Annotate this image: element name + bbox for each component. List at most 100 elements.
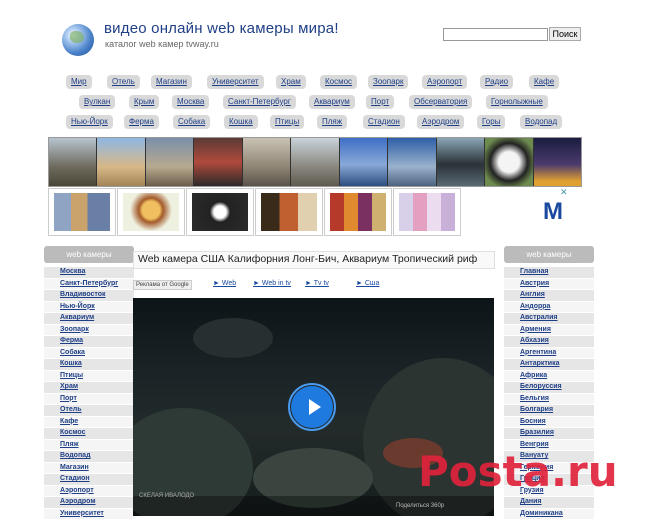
- ad-strip[interactable]: ✕ M: [48, 188, 580, 236]
- tag-link[interactable]: Кафе: [529, 75, 559, 89]
- tag-link[interactable]: Порт: [366, 95, 394, 109]
- ad-thumbnail[interactable]: [324, 188, 392, 236]
- webcam-banner[interactable]: [48, 137, 582, 187]
- sidebar-item[interactable]: Аквариум: [44, 313, 134, 325]
- ad-thumbnail[interactable]: [48, 188, 116, 236]
- sidebar-item[interactable]: Стадион: [44, 474, 134, 486]
- globe-land-shape: [70, 31, 84, 43]
- tag-link[interactable]: Пляж: [317, 115, 347, 129]
- sidebar-item[interactable]: Птицы: [44, 371, 134, 383]
- tag-link[interactable]: Аэропорт: [422, 75, 467, 89]
- tag-link[interactable]: Санкт-Петербург: [223, 95, 296, 109]
- sidebar-item[interactable]: Англия: [504, 290, 594, 302]
- sidebar-item[interactable]: Босния: [504, 417, 594, 429]
- tag-link[interactable]: Ферма: [124, 115, 159, 129]
- sidebar-item[interactable]: Австралия: [504, 313, 594, 325]
- tag-link[interactable]: Птицы: [270, 115, 304, 129]
- tag-link[interactable]: Космос: [320, 75, 357, 89]
- sidebar-item[interactable]: Бразилия: [504, 428, 594, 440]
- tag-link[interactable]: Магазин: [151, 75, 192, 89]
- tag-link[interactable]: Аквариум: [309, 95, 355, 109]
- sidebar-item[interactable]: Антарктика: [504, 359, 594, 371]
- sidebar-item[interactable]: Магазин: [44, 463, 134, 475]
- ads-by-google-badge[interactable]: Реклама от Google: [133, 280, 192, 290]
- tag-link[interactable]: Крым: [129, 95, 159, 109]
- tag-link[interactable]: Отель: [107, 75, 140, 89]
- sidebar-item[interactable]: Москва: [44, 267, 134, 279]
- tag-link[interactable]: Горнолыжные: [486, 95, 548, 109]
- tag-link[interactable]: Мир: [66, 75, 92, 89]
- tag-link[interactable]: Собака: [173, 115, 210, 129]
- page-title-box: Web камера США Калифорния Лонг-Бич, Аква…: [133, 251, 495, 269]
- tag-link[interactable]: Горы: [477, 115, 505, 129]
- ad-link[interactable]: ► Сша: [356, 280, 379, 287]
- sidebar-item[interactable]: Зоопарк: [44, 325, 134, 337]
- sidebar-item[interactable]: Африка: [504, 371, 594, 383]
- sidebar-item[interactable]: Аргентина: [504, 348, 594, 360]
- sidebar-item[interactable]: Андорра: [504, 302, 594, 314]
- sidebar-item[interactable]: Аэропорт: [44, 486, 134, 498]
- sidebar-item[interactable]: Аэродром: [44, 497, 134, 509]
- sidebar-item[interactable]: Водопад: [44, 451, 134, 463]
- banner-photo-square: [291, 138, 339, 186]
- search-button[interactable]: Поиск: [549, 27, 581, 41]
- sidebar-item[interactable]: Армения: [504, 325, 594, 337]
- tag-link[interactable]: Университет: [207, 75, 264, 89]
- sidebar-item[interactable]: Кошка: [44, 359, 134, 371]
- tag-link[interactable]: Храм: [276, 75, 306, 89]
- sidebar-item[interactable]: Белоруссия: [504, 382, 594, 394]
- sidebar-item[interactable]: Болгария: [504, 405, 594, 417]
- sidebar-item[interactable]: Кафе: [44, 417, 134, 429]
- ad-brand-logo[interactable]: M: [543, 198, 563, 226]
- sidebar-item[interactable]: Владивосток: [44, 290, 134, 302]
- sidebar-item[interactable]: Ферма: [44, 336, 134, 348]
- sidebar-item[interactable]: Храм: [44, 382, 134, 394]
- banner-photo-panda: [485, 138, 533, 186]
- tag-link[interactable]: Вулкан: [79, 95, 115, 109]
- banner-photo-bridge: [388, 138, 436, 186]
- sidebar-item[interactable]: Главная: [504, 267, 594, 279]
- ad-link[interactable]: ► Web: [213, 280, 236, 287]
- sidebar-item[interactable]: Собака: [44, 348, 134, 360]
- tag-link[interactable]: Кошка: [224, 115, 258, 129]
- sidebar-item[interactable]: Австрия: [504, 279, 594, 291]
- banner-photo-seal: [437, 138, 485, 186]
- video-caption: СКЕЛАЯ ИВАЛОДО: [139, 493, 194, 499]
- banner-photo-night-city: [534, 138, 581, 186]
- tag-link[interactable]: Аэродром: [417, 115, 464, 129]
- sidebar-item[interactable]: Нью-Йорк: [44, 302, 134, 314]
- banner-photo-street: [194, 138, 242, 186]
- left-sidebar-menu: Москва Санкт-Петербург Владивосток Нью-Й…: [44, 267, 134, 520]
- banner-photo-towers: [340, 138, 388, 186]
- ad-link[interactable]: ► Tv tv: [305, 280, 329, 287]
- page-title: Web камера США Калифорния Лонг-Бич, Аква…: [138, 253, 477, 265]
- search-input[interactable]: [443, 28, 548, 41]
- tag-link[interactable]: Радио: [480, 75, 513, 89]
- ad-link[interactable]: ► Web in tv: [253, 280, 291, 287]
- video-scene-shape: [193, 318, 273, 358]
- ad-thumbnail[interactable]: [117, 188, 185, 236]
- sidebar-item[interactable]: Пляж: [44, 440, 134, 452]
- tag-link[interactable]: Москва: [172, 95, 209, 109]
- sidebar-item[interactable]: Дания: [504, 497, 594, 509]
- tag-link[interactable]: Стадион: [363, 115, 405, 129]
- ad-thumbnail[interactable]: [393, 188, 461, 236]
- tag-link[interactable]: Обсерватория: [409, 95, 472, 109]
- ad-thumbnail[interactable]: [255, 188, 323, 236]
- sidebar-item[interactable]: Университет: [44, 509, 134, 520]
- sidebar-item[interactable]: Космос: [44, 428, 134, 440]
- sidebar-item[interactable]: Доминикана: [504, 509, 594, 520]
- sidebar-item[interactable]: Бельгия: [504, 394, 594, 406]
- sidebar-item[interactable]: Санкт-Петербург: [44, 279, 134, 291]
- sidebar-item[interactable]: Порт: [44, 394, 134, 406]
- site-title[interactable]: видео онлайн web камеры мира!: [104, 20, 339, 37]
- ad-close-icon[interactable]: ✕: [560, 187, 568, 198]
- sidebar-item[interactable]: Абхазия: [504, 336, 594, 348]
- tag-link[interactable]: Зоопарк: [368, 75, 408, 89]
- tag-link[interactable]: Водопад: [520, 115, 562, 129]
- banner-photo-city: [49, 138, 97, 186]
- video-share-quality[interactable]: Поделиться 360p: [396, 503, 444, 509]
- sidebar-item[interactable]: Отель: [44, 405, 134, 417]
- ad-thumbnail[interactable]: [186, 188, 254, 236]
- tag-link[interactable]: Нью-Йорк: [66, 115, 113, 129]
